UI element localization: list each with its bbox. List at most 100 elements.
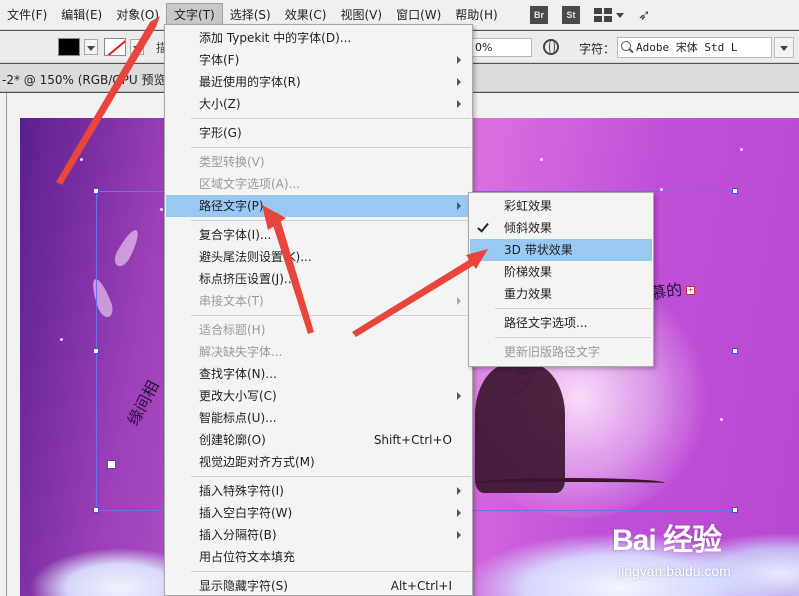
menu-select[interactable]: 选择(S) bbox=[223, 3, 278, 27]
path-text-menu-item[interactable]: 倾斜效果 bbox=[470, 217, 652, 239]
path-text-menu-item[interactable]: 路径文字选项... bbox=[470, 312, 652, 334]
path-text-menu-item[interactable]: 3D 带状效果 bbox=[470, 239, 652, 261]
menu-item-label: 适合标题(H) bbox=[199, 323, 266, 337]
star-sparkle bbox=[160, 208, 163, 211]
type-menu-item: 区域文字选项(A)... bbox=[166, 173, 471, 195]
menu-item-label: 串接文本(T) bbox=[199, 294, 264, 308]
resize-handle[interactable] bbox=[93, 348, 99, 354]
menu-file[interactable]: 文件(F) bbox=[0, 3, 54, 27]
path-text-menu-item[interactable]: 重力效果 bbox=[470, 283, 652, 305]
type-menu-item[interactable]: 路径文字(P) bbox=[166, 195, 471, 217]
path-text-left[interactable]: 缘间相 bbox=[120, 376, 164, 430]
character-label[interactable]: 字符： bbox=[579, 40, 615, 57]
type-menu-dropdown: 添加 Typekit 中的字体(D)... 字体(F) 最近使用的字体(R) 大小(Z… bbox=[164, 24, 473, 596]
type-menu-item[interactable]: 更改大小写(C) bbox=[166, 385, 471, 407]
path-text-menu-item: 更新旧版路径文字 bbox=[470, 341, 652, 363]
opacity-field[interactable]: 0% bbox=[472, 38, 532, 57]
stroke-color-swatch[interactable] bbox=[104, 38, 126, 56]
menu-item-label: 解决缺失字体... bbox=[199, 345, 283, 359]
menu-view[interactable]: 视图(V) bbox=[333, 3, 389, 27]
path-text-menu-item[interactable]: 阶梯效果 bbox=[470, 261, 652, 283]
gpu-performance-icon[interactable]: ➶ bbox=[638, 6, 651, 24]
submenu-arrow-icon bbox=[457, 531, 461, 539]
type-menu-item[interactable]: 创建轮廓(O) Shift+Ctrl+O bbox=[166, 429, 471, 451]
type-menu-item[interactable]: 标点挤压设置(J)... bbox=[166, 268, 471, 290]
type-menu-item[interactable]: 最近使用的字体(R) bbox=[166, 71, 471, 93]
menu-item-label: 最近使用的字体(R) bbox=[199, 75, 301, 89]
type-menu-item[interactable]: 插入分隔符(B) bbox=[166, 524, 471, 546]
menu-item-label: 创建轮廓(O) bbox=[199, 433, 266, 447]
font-dropdown-button[interactable] bbox=[774, 37, 794, 58]
menu-item-label: 3D 带状效果 bbox=[504, 243, 573, 257]
type-menu-item[interactable]: 用占位符文本填充 bbox=[166, 546, 471, 568]
type-menu-item[interactable]: 大小(Z) bbox=[166, 93, 471, 115]
menu-separator bbox=[495, 308, 651, 309]
text-overflow-port[interactable]: + bbox=[686, 286, 695, 295]
baidu-jingyan-watermark: Bai 经验 jingyan.baidu.com bbox=[612, 515, 792, 591]
type-menu-item[interactable]: 避头尾法则设置(K)... bbox=[166, 246, 471, 268]
stroke-dropdown[interactable] bbox=[130, 39, 144, 55]
submenu-arrow-icon bbox=[457, 100, 461, 108]
type-menu-item[interactable]: 复合字体(I)... bbox=[166, 224, 471, 246]
resize-handle[interactable] bbox=[93, 188, 99, 194]
font-family-field[interactable]: Adobe 宋体 Std L bbox=[617, 37, 772, 58]
chevron-down-icon bbox=[780, 46, 788, 51]
star-sparkle bbox=[540, 158, 543, 161]
bridge-icon[interactable]: Br bbox=[530, 6, 548, 24]
menu-object[interactable]: 对象(O) bbox=[109, 3, 166, 27]
path-start-handle[interactable] bbox=[107, 460, 116, 469]
chevron-down-icon[interactable] bbox=[616, 12, 624, 18]
watermark-logo: Bai 经验 bbox=[612, 524, 722, 557]
menu-item-label: 视觉边距对齐方式(M) bbox=[199, 455, 315, 469]
menu-item-label: 类型转换(V) bbox=[199, 155, 265, 169]
workspace-layout-icon[interactable] bbox=[594, 8, 612, 22]
resize-handle[interactable] bbox=[732, 348, 738, 354]
type-menu-item: 串接文本(T) bbox=[166, 290, 471, 312]
menu-separator bbox=[191, 147, 471, 148]
type-menu-item[interactable]: 智能标点(U)... bbox=[166, 407, 471, 429]
resize-handle[interactable] bbox=[93, 507, 99, 513]
submenu-arrow-icon bbox=[457, 297, 461, 305]
watermark-url: jingyan.baidu.com bbox=[618, 563, 731, 579]
type-menu-item[interactable]: 字形(G) bbox=[166, 122, 471, 144]
type-menu-item[interactable]: 插入空白字符(W) bbox=[166, 502, 471, 524]
type-menu-item[interactable]: 插入特殊字符(I) bbox=[166, 480, 471, 502]
chevron-down-icon bbox=[87, 46, 95, 51]
menu-item-label: 路径文字选项... bbox=[504, 316, 588, 330]
menu-item-shortcut: Shift+Ctrl+O bbox=[373, 433, 452, 447]
menu-item-label: 更改大小写(C) bbox=[199, 389, 277, 403]
submenu-arrow-icon bbox=[457, 487, 461, 495]
menu-item-label: 查找字体(N)... bbox=[199, 367, 277, 381]
path-text-menu-item[interactable]: 彩虹效果 bbox=[470, 195, 652, 217]
menu-help[interactable]: 帮助(H) bbox=[448, 3, 504, 27]
menu-item-label: 复合字体(I)... bbox=[199, 228, 272, 242]
menu-window[interactable]: 窗口(W) bbox=[389, 3, 448, 27]
type-menu-item[interactable]: 视觉边距对齐方式(M) bbox=[166, 451, 471, 473]
star-sparkle bbox=[60, 338, 63, 341]
star-sparkle bbox=[720, 418, 723, 421]
document-tab[interactable]: -2* @ 150% (RGB/GPU 预览 bbox=[2, 71, 165, 88]
fill-dropdown[interactable] bbox=[84, 39, 98, 55]
type-menu-item[interactable]: 显示隐藏字符(S) Alt+Ctrl+I bbox=[166, 575, 471, 596]
menu-item-label: 重力效果 bbox=[504, 287, 553, 301]
menu-item-shortcut: Alt+Ctrl+I bbox=[390, 579, 452, 593]
globe-icon[interactable] bbox=[543, 39, 559, 55]
menu-item-label: 更新旧版路径文字 bbox=[504, 345, 601, 359]
menu-item-label: 智能标点(U)... bbox=[199, 411, 277, 425]
type-menu-item: 类型转换(V) bbox=[166, 151, 471, 173]
stock-icon[interactable]: St bbox=[562, 6, 580, 24]
type-menu-item: 解决缺失字体... bbox=[166, 341, 471, 363]
type-menu-item[interactable]: 添加 Typekit 中的字体(D)... bbox=[166, 27, 471, 49]
type-menu-item[interactable]: 查找字体(N)... bbox=[166, 363, 471, 385]
menu-item-label: 插入分隔符(B) bbox=[199, 528, 277, 542]
menu-item-label: 字形(G) bbox=[199, 126, 242, 140]
path-text-submenu: 彩虹效果 倾斜效果 3D 带状效果阶梯效果重力效果路径文字选项... 更新旧版路径文字 bbox=[468, 192, 654, 367]
menu-type[interactable]: 文字(T) bbox=[166, 2, 223, 27]
menu-edit[interactable]: 编辑(E) bbox=[54, 3, 109, 27]
resize-handle[interactable] bbox=[732, 507, 738, 513]
resize-handle[interactable] bbox=[732, 188, 738, 194]
type-menu-item[interactable]: 字体(F) bbox=[166, 49, 471, 71]
fill-color-swatch[interactable] bbox=[58, 38, 80, 56]
menu-item-label: 区域文字选项(A)... bbox=[199, 177, 301, 191]
menu-effect[interactable]: 效果(C) bbox=[278, 3, 334, 27]
